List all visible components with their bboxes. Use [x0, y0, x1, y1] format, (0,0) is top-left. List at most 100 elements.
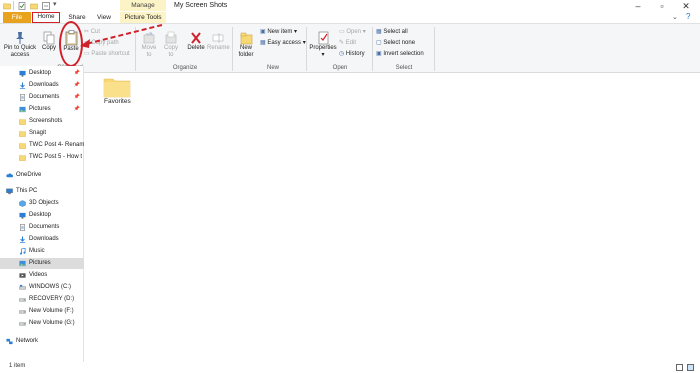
cloud-icon: [6, 172, 13, 179]
properties-button[interactable]: Properties ▾: [309, 31, 337, 59]
sidebar-item-downloads-pc[interactable]: Downloads: [0, 234, 84, 245]
close-icon[interactable]: ✕: [676, 0, 696, 12]
select-none-label: Select none: [383, 40, 416, 46]
sidebar-item-music-pc[interactable]: Music: [0, 246, 84, 257]
edit-button[interactable]: ✎ Edit: [339, 39, 356, 47]
new-folder-button[interactable]: New folder: [235, 31, 257, 59]
details-view-icon[interactable]: [676, 364, 683, 371]
invert-selection-icon: ▣: [376, 51, 382, 57]
sidebar-item-documents[interactable]: Documents 📌: [0, 92, 84, 103]
rename-button[interactable]: Rename: [207, 31, 230, 52]
pin-label-line1: Pin to Quick: [3, 45, 37, 51]
drive-icon: [19, 320, 26, 327]
pin-to-quick-access-button[interactable]: Pin to Quick access: [3, 31, 37, 59]
pictures-icon: [19, 106, 26, 113]
select-all-icon: ▦: [376, 29, 382, 35]
pin-icon: 📌: [73, 70, 80, 76]
select-none-button[interactable]: ▢ Select none: [376, 39, 415, 47]
sidebar-item-videos-pc[interactable]: Videos: [0, 270, 84, 281]
documents-icon: [19, 94, 26, 101]
sidebar-item-downloads[interactable]: Downloads 📌: [0, 80, 84, 91]
select-none-icon: ▢: [376, 40, 382, 46]
sidebar-item-label: Network: [16, 338, 39, 344]
group-separator: [232, 27, 233, 71]
desktop-icon: [19, 70, 26, 77]
sidebar-item-label: New Volume (F:): [29, 308, 74, 314]
open-group-label: Open: [332, 65, 348, 71]
new-folder-icon[interactable]: [30, 2, 38, 10]
sidebar-item-label: RECOVERY (D:): [29, 296, 75, 302]
sidebar-item-desktop[interactable]: Desktop 📌: [0, 68, 84, 79]
tab-home[interactable]: Home: [32, 12, 60, 23]
sidebar-item-label: Pictures: [29, 260, 51, 266]
sidebar-item-network[interactable]: Network: [0, 336, 84, 347]
undo-icon[interactable]: [42, 2, 50, 10]
sidebar-item-new-volume-f-pc[interactable]: New Volume (F:): [0, 306, 84, 317]
sidebar-item-screenshots[interactable]: Screenshots: [0, 116, 84, 127]
sidebar-item-twc-post-5-how-t[interactable]: TWC Post 5 - How t: [0, 152, 84, 163]
delete-button[interactable]: Delete: [186, 31, 206, 52]
sidebar-item-pictures-pc[interactable]: Pictures: [0, 258, 84, 269]
downloads-icon: [19, 82, 26, 89]
navigation-pane: Desktop 📌 Downloads 📌 Documents 📌 Pictures 📌 Scr…: [0, 66, 84, 362]
sidebar-item-windows-c-pc[interactable]: WINDOWS (C:): [0, 282, 84, 293]
large-icons-view-icon[interactable]: [687, 364, 694, 371]
sidebar-item-snagit[interactable]: Snagit: [0, 128, 84, 139]
rename-icon: [212, 33, 224, 43]
drive-icon: [19, 296, 26, 303]
chevron-down-icon: ▾: [321, 52, 325, 58]
folder-label[interactable]: Favorites: [104, 98, 131, 105]
easy-access-button[interactable]: ▦ Easy access ▾: [260, 39, 306, 47]
group-separator: [434, 27, 435, 71]
music-icon: [19, 248, 26, 255]
group-separator: [306, 27, 307, 71]
open-label: Open: [346, 29, 362, 35]
history-button[interactable]: ◷ History: [339, 50, 365, 58]
new-item-label: New item: [267, 29, 293, 35]
properties-icon[interactable]: [18, 2, 26, 10]
help-icon[interactable]: ?: [686, 12, 690, 21]
file-list[interactable]: [85, 74, 700, 362]
copy-button[interactable]: Copy: [40, 31, 58, 52]
sidebar-item-onedrive[interactable]: OneDrive: [0, 170, 84, 181]
organize-group-label: Organize: [172, 65, 198, 71]
new-item-button[interactable]: ▣ New item ▾: [260, 28, 297, 36]
pictures-icon: [19, 260, 26, 267]
group-separator: [372, 27, 373, 71]
new-group-label: New: [266, 65, 279, 71]
annotation-arrow: [80, 24, 163, 48]
sidebar-item-pictures[interactable]: Pictures 📌: [0, 104, 84, 115]
sidebar-item-label: Pictures: [29, 106, 51, 112]
tab-file[interactable]: File: [3, 12, 31, 23]
easy-access-label: Easy access: [267, 40, 302, 46]
invert-selection-button[interactable]: ▣ Invert selection: [376, 50, 424, 58]
sidebar-item-twc-post-4-renam[interactable]: TWC Post 4- Renam: [0, 140, 84, 151]
maximize-icon[interactable]: ▫: [652, 0, 672, 12]
folder-icon: [19, 142, 26, 149]
sidebar-item-label: This PC: [16, 188, 38, 194]
select-all-button[interactable]: ▦ Select all: [376, 28, 408, 36]
qat-customize-icon[interactable]: ▾: [53, 0, 57, 8]
open-icon: ▭: [339, 29, 345, 35]
minimize-icon[interactable]: –: [628, 0, 648, 12]
sidebar-item-desktop-pc[interactable]: Desktop: [0, 210, 84, 221]
computer-icon: [6, 188, 13, 195]
manage-tab[interactable]: Manage: [120, 0, 166, 11]
folder-icon: [19, 118, 26, 125]
folder-icon[interactable]: [103, 76, 131, 98]
downloads-icon: [19, 236, 26, 243]
sidebar-item-this-pc[interactable]: This PC: [0, 186, 84, 197]
rename-label: Rename: [207, 45, 230, 51]
sidebar-item-recovery-d-pc[interactable]: RECOVERY (D:): [0, 294, 84, 305]
history-label: History: [345, 51, 365, 57]
3d-objects-icon: [19, 200, 26, 207]
sidebar-item-new-volume-g-pc[interactable]: New Volume (G:): [0, 318, 84, 329]
sidebar-item-label: 3D Objects: [29, 200, 59, 206]
sidebar-item-label: Documents: [29, 94, 60, 100]
chevron-down-icon: ▾: [294, 29, 298, 35]
open-button[interactable]: ▭ Open ▾: [339, 28, 366, 36]
videos-icon: [19, 272, 26, 279]
expand-ribbon-icon[interactable]: ⌄: [672, 13, 678, 21]
sidebar-item-3d-objects-pc[interactable]: 3D Objects: [0, 198, 84, 209]
sidebar-item-documents-pc[interactable]: Documents: [0, 222, 84, 233]
